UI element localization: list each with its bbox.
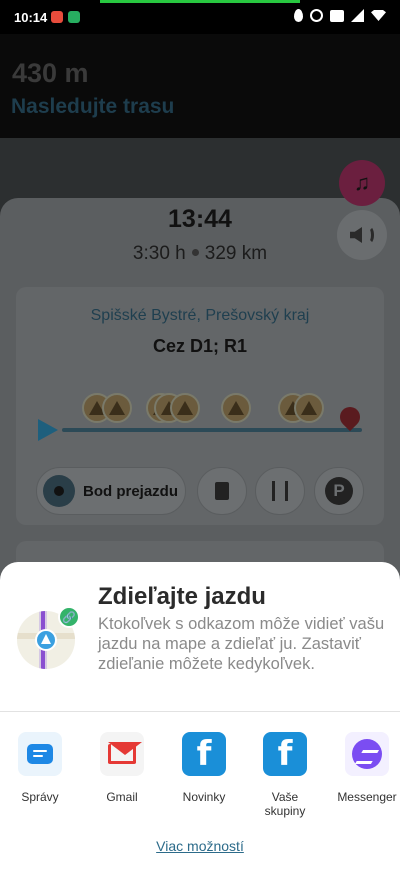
trip-distance: 329 km <box>204 243 268 264</box>
hazard-alert-icon <box>170 393 200 423</box>
link-icon: 🔗 <box>58 606 80 628</box>
navigation-header[interactable]: 430 m Nasledujte trasu <box>0 34 400 138</box>
route-via: Cez D1; R1 <box>152 336 248 356</box>
hazard-alert-icon <box>294 393 324 423</box>
share-app-list: Správy Gmail f Novinky f Vaše skupiny Me… <box>0 732 400 832</box>
music-button[interactable]: ♫ <box>339 160 385 206</box>
sound-wave-icon <box>364 226 374 244</box>
share-sheet: 🔗 Zdieľajte jazdu Ktokoľvek s odkazom mô… <box>0 562 400 889</box>
music-icon: ♫ <box>353 170 371 195</box>
add-waypoint-button[interactable]: Bod prejazdu <box>36 467 186 515</box>
waypoint-icon <box>43 475 75 507</box>
share-sheet-description: Ktokoľvek s odkazom môže vidieť vašu jaz… <box>98 615 385 673</box>
share-app-facebook-groups[interactable]: f Vaše skupiny <box>245 732 325 818</box>
share-sheet-title: Zdieľajte jazdu <box>98 583 266 610</box>
gas-station-button[interactable] <box>197 467 247 515</box>
app-notification-icon <box>51 11 63 23</box>
share-app-gmail[interactable]: Gmail <box>82 732 162 804</box>
route-start-icon <box>38 419 58 441</box>
sound-button[interactable] <box>337 210 387 260</box>
alarm-icon <box>310 9 323 22</box>
signal-icon <box>351 9 364 22</box>
facebook-icon: f <box>263 732 307 776</box>
share-app-label: Vaše skupiny <box>264 790 306 818</box>
nav-progress-bar <box>100 0 300 3</box>
fork-knife-icon <box>272 481 288 501</box>
facebook-icon: f <box>182 732 226 776</box>
hazard-alert-icon <box>221 393 251 423</box>
turn-distance: 430 m <box>12 58 89 88</box>
trip-duration: 3:30 h <box>132 243 186 264</box>
share-sheet-header: 🔗 Zdieľajte jazdu Ktokoľvek s odkazom mô… <box>0 562 400 712</box>
share-app-label: Správy <box>21 790 59 804</box>
food-button[interactable] <box>255 467 305 515</box>
volte-icon <box>330 9 344 22</box>
location-icon <box>294 9 303 22</box>
status-bar: 10:14 <box>0 0 400 34</box>
fuel-icon <box>215 482 229 500</box>
destination-region: Spišské Bystré, Prešovský kraj <box>90 307 310 324</box>
status-time: 10:14 <box>14 10 48 25</box>
share-app-messenger[interactable]: Messenger <box>327 732 400 804</box>
route-line <box>62 428 362 432</box>
gmail-icon <box>100 732 144 776</box>
messenger-icon <box>345 732 389 776</box>
more-options-link[interactable]: Viac možností <box>0 838 400 854</box>
hazard-alert-icon <box>102 393 132 423</box>
add-waypoint-label: Bod prejazdu <box>83 482 179 500</box>
parking-button[interactable]: P <box>314 467 364 515</box>
status-icons <box>294 9 386 22</box>
share-app-label: Novinky <box>182 790 226 804</box>
share-app-facebook-news[interactable]: f Novinky <box>164 732 244 804</box>
route-card[interactable]: Spišské Bystré, Prešovský kraj Cez D1; R… <box>16 287 384 525</box>
share-app-label: Gmail <box>106 790 138 804</box>
destination-pin-icon <box>335 402 365 432</box>
turn-instruction: Nasledujte trasu <box>11 95 175 118</box>
separator-dot <box>191 249 199 256</box>
share-app-label: Messenger <box>337 790 397 804</box>
parking-icon: P <box>325 477 353 505</box>
wifi-icon <box>371 10 386 21</box>
share-app-messages[interactable]: Správy <box>0 732 80 804</box>
messages-icon <box>18 732 62 776</box>
speaker-icon <box>350 227 362 243</box>
sim-notification-icon <box>68 11 80 23</box>
